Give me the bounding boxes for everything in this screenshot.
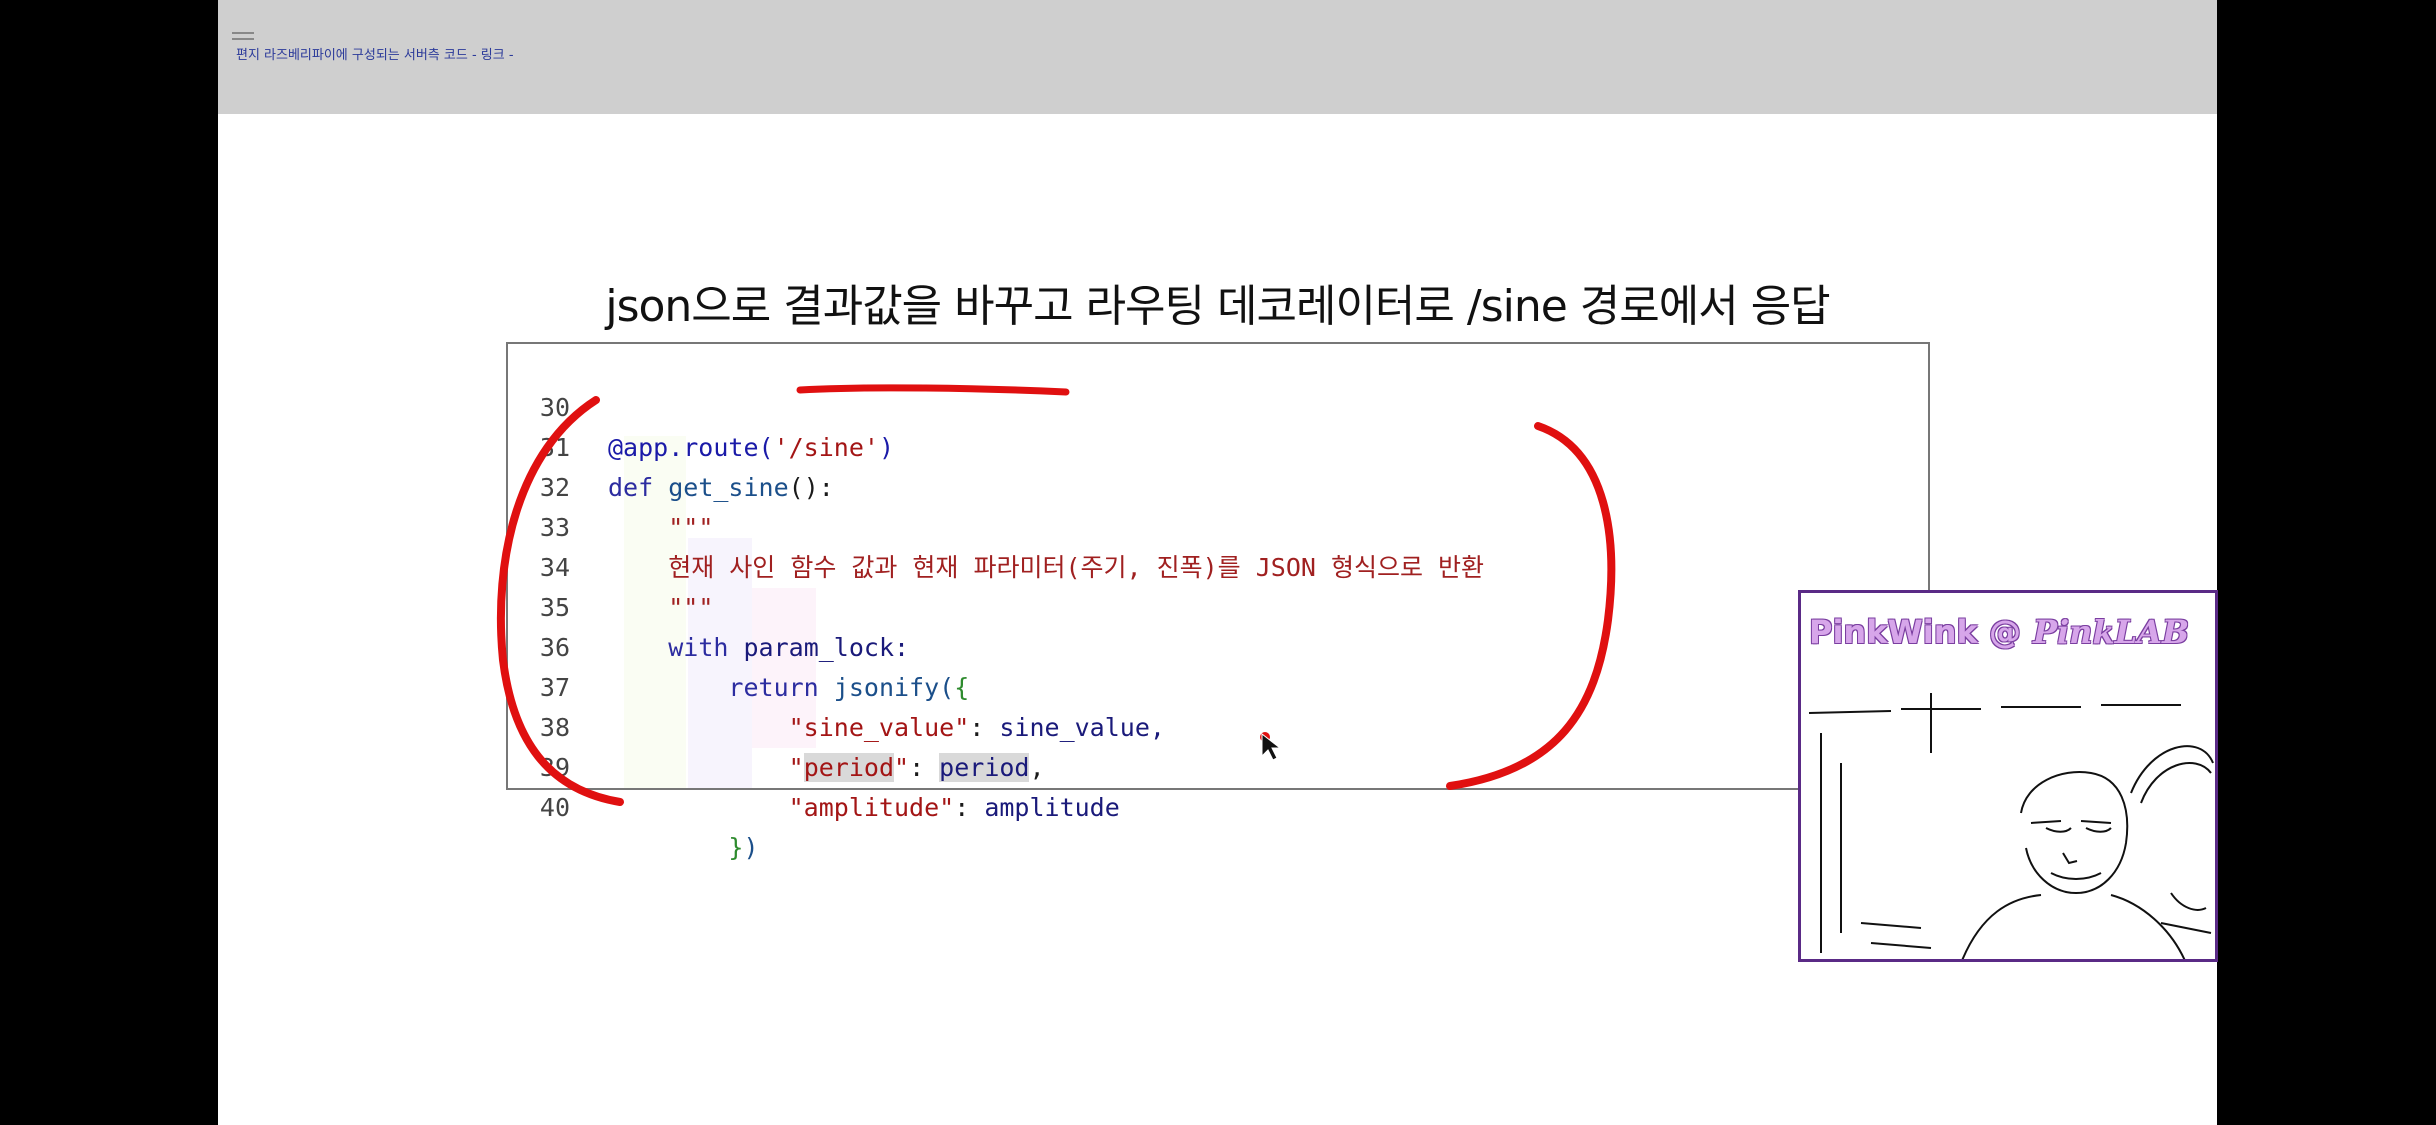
top-bar: 편지 라즈베리파이에 구성되는 서버측 코드 - 링크 - <box>218 0 2217 114</box>
code-line-33: 33 현재 사인 함수 값과 현재 파라미터(주기, 진폭)를 JSON 형식으… <box>508 468 1928 582</box>
code-line-34: 34 """ <box>508 508 1928 622</box>
key-amplitude: "amplitude" <box>788 793 955 822</box>
close-brace: } <box>728 833 744 862</box>
slide-title: json으로 결과값을 바꾸고 라우팅 데코레이터로 /sine 경로에서 응답 <box>605 281 1830 332</box>
code-line-35: 35 with param_lock: <box>508 548 1928 662</box>
code-line-39: 39 "amplitude": amplitude <box>508 708 1928 822</box>
webcam-sketch <box>1808 693 2214 959</box>
webcam-overlay: PinkWink @ PinkLAB <box>1798 590 2218 962</box>
colon: : <box>954 793 985 822</box>
value-amplitude: amplitude <box>984 793 1120 822</box>
line-number: 40 <box>539 793 570 822</box>
code-line-36: 36 return jsonify({ <box>508 588 1928 702</box>
code-line-30: 30 @app.route('/sine') <box>508 348 1928 462</box>
breadcrumb[interactable]: 편지 라즈베리파이에 구성되는 서버측 코드 - 링크 - <box>236 44 514 63</box>
close-paren: ) <box>743 833 759 862</box>
code-block: 30 @app.route('/sine') 31 def get_sine()… <box>506 342 1930 862</box>
code-line-32: 32 """ <box>508 428 1928 542</box>
code-line-37: 37 "sine_value": sine_value, <box>508 628 1928 742</box>
brand-name: PinkLAB <box>2032 613 2189 651</box>
code-line-31: 31 def get_sine(): <box>508 388 1928 502</box>
webcam-caption: PinkWink @ PinkLAB <box>1809 613 2189 651</box>
presenter-name: PinkWink @ <box>1809 613 2021 651</box>
code-line-40: 40 }) <box>508 748 1928 862</box>
code-line-38: 38 "period": period, <box>508 668 1928 782</box>
